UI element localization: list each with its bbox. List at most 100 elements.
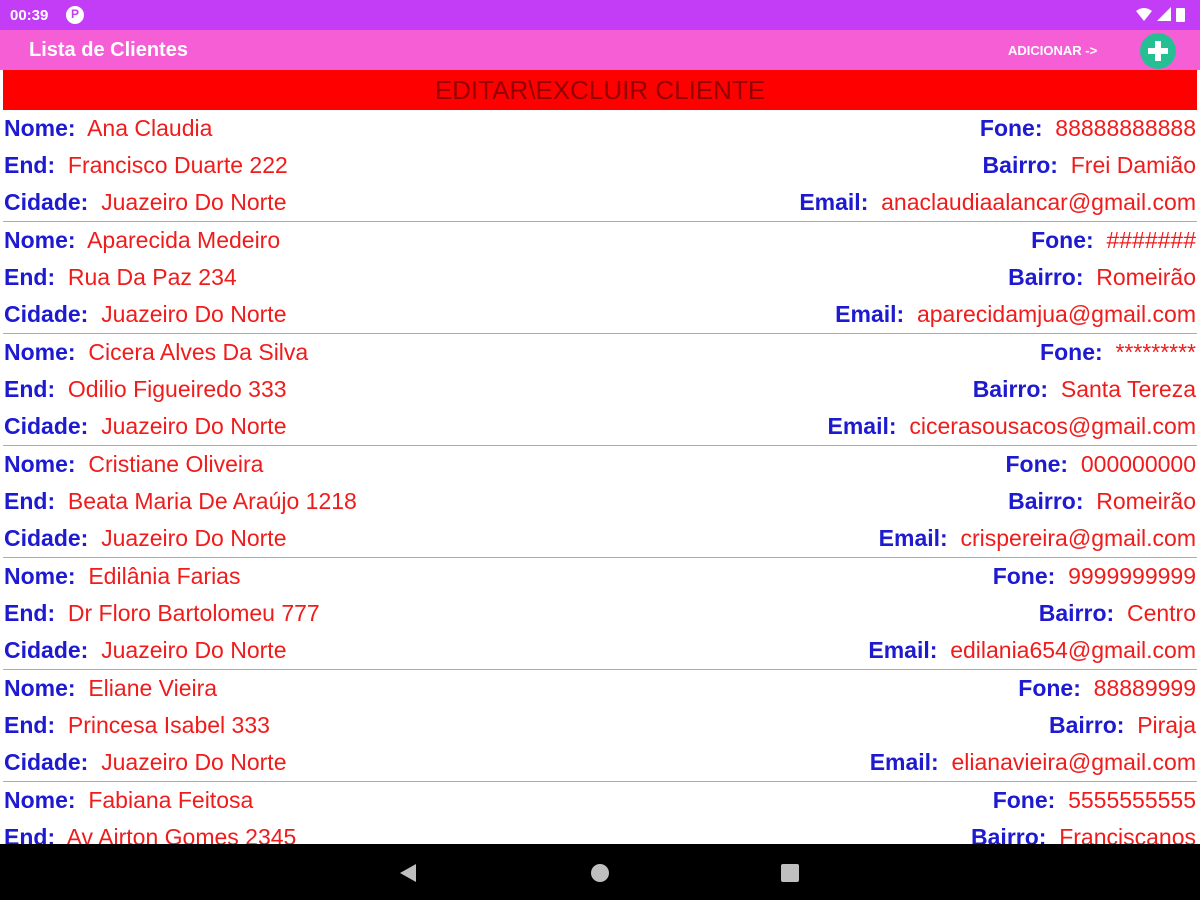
client-nome-field: Nome: Aparecida Medeiro (4, 222, 280, 259)
client-row: End: Princesa Isabel 333 Bairro: Piraja (4, 707, 1196, 744)
client-item[interactable]: Nome: Edilânia Farias Fone: 9999999999 End… (3, 558, 1197, 670)
client-email-value: cicerasousacos@gmail.com (909, 413, 1196, 439)
client-fone-field: Fone: 88888888888 (980, 110, 1196, 147)
client-nome-field: Nome: Fabiana Feitosa (4, 782, 253, 819)
client-row: Nome: Cristiane Oliveira Fone: 000000000 (4, 446, 1196, 483)
client-email-field: Email: aparecidamjua@gmail.com (835, 296, 1196, 333)
client-email-label: Email: (835, 301, 905, 327)
edit-delete-banner[interactable]: EDITAR\EXCLUIR CLIENTE (3, 70, 1197, 110)
client-bairro-value: Santa Tereza (1060, 376, 1196, 402)
client-end-field: End: Francisco Duarte 222 (4, 147, 288, 184)
client-cidade-value: Juazeiro Do Norte (101, 413, 287, 439)
client-nome-field: Nome: Cristiane Oliveira (4, 446, 263, 483)
client-end-label: End: (4, 376, 56, 402)
client-item[interactable]: Nome: Ana Claudia Fone: 88888888888 End: F… (3, 110, 1197, 222)
signal-icon (1157, 7, 1171, 21)
client-email-value: anaclaudiaalancar@gmail.com (881, 189, 1196, 215)
client-cidade-value: Juazeiro Do Norte (101, 525, 287, 551)
client-end-label: End: (4, 600, 56, 626)
status-time: 00:39 (10, 7, 49, 24)
client-bairro-label: Bairro: (1038, 600, 1115, 626)
app-title: Lista de Clientes (29, 39, 188, 61)
client-end-label: End: (4, 488, 56, 514)
battery-icon (1176, 8, 1185, 22)
client-list[interactable]: Nome: Ana Claudia Fone: 88888888888 End: F… (0, 110, 1200, 844)
client-email-field: Email: elianavieira@gmail.com (870, 744, 1196, 781)
client-fone-value: ********* (1115, 339, 1196, 365)
client-email-field: Email: anaclaudiaalancar@gmail.com (799, 184, 1196, 221)
client-cidade-value: Juazeiro Do Norte (101, 301, 287, 327)
client-email-value: crispereira@gmail.com (960, 525, 1196, 551)
client-cidade-field: Cidade: Juazeiro Do Norte (4, 520, 286, 557)
client-row: Cidade: Juazeiro Do Norte Email: aparecid… (4, 296, 1196, 333)
client-email-field: Email: cicerasousacos@gmail.com (828, 408, 1196, 445)
client-bairro-label: Bairro: (971, 824, 1047, 844)
client-fone-field: Fone: 9999999999 (993, 558, 1196, 595)
client-email-value: aparecidamjua@gmail.com (916, 301, 1196, 327)
client-fone-value: 9999999999 (1068, 563, 1196, 589)
client-row: End: Odilio Figueiredo 333 Bairro: Santa … (4, 371, 1196, 408)
client-cidade-label: Cidade: (4, 525, 89, 551)
client-row: Nome: Edilânia Farias Fone: 9999999999 (4, 558, 1196, 595)
client-end-value: Rua Da Paz 234 (67, 264, 237, 290)
client-nome-label: Nome: (4, 563, 76, 589)
client-nome-label: Nome: (4, 339, 76, 365)
system-status-icons (1136, 7, 1185, 22)
client-bairro-label: Bairro: (972, 376, 1049, 402)
app-bar: Lista de Clientes ADICIONAR -> (0, 30, 1200, 70)
navigation-bar (0, 844, 1200, 900)
client-item[interactable]: Nome: Aparecida Medeiro Fone: ####### End:… (3, 222, 1197, 334)
client-fone-field: Fone: ********* (1040, 334, 1196, 371)
client-fone-value: 5555555555 (1068, 787, 1196, 813)
client-row: Nome: Ana Claudia Fone: 88888888888 (4, 110, 1196, 147)
add-client-label[interactable]: ADICIONAR -> (1008, 43, 1097, 58)
client-item[interactable]: Nome: Fabiana Feitosa Fone: 5555555555 End… (3, 782, 1197, 844)
client-end-value: Princesa Isabel 333 (67, 712, 270, 738)
status-bar: 00:39 P (0, 0, 1200, 30)
client-fone-label: Fone: (1005, 451, 1069, 477)
client-bairro-field: Bairro: Romeirão (1008, 259, 1196, 296)
plus-icon[interactable] (1140, 33, 1176, 69)
client-email-label: Email: (868, 637, 938, 663)
client-row: Cidade: Juazeiro Do Norte Email: edilania… (4, 632, 1196, 669)
client-email-field: Email: crispereira@gmail.com (879, 520, 1196, 557)
client-nome-value: Eliane Vieira (88, 675, 218, 701)
client-nome-label: Nome: (4, 451, 76, 477)
client-bairro-value: Romeirão (1096, 264, 1196, 290)
client-row: End: Dr Floro Bartolomeu 777 Bairro: Cent… (4, 595, 1196, 632)
client-bairro-label: Bairro: (1008, 264, 1084, 290)
client-end-value: Odilio Figueiredo 333 (67, 376, 287, 402)
home-icon[interactable] (591, 864, 609, 882)
client-end-field: End: Rua Da Paz 234 (4, 259, 237, 296)
client-row: Cidade: Juazeiro Do Norte Email: ciceraso… (4, 408, 1196, 445)
client-row: End: Av Airton Gomes 2345 Bairro: Francis… (4, 819, 1196, 844)
client-row: Nome: Aparecida Medeiro Fone: ####### (4, 222, 1196, 259)
client-cidade-field: Cidade: Juazeiro Do Norte (4, 632, 286, 669)
client-nome-value: Cicera Alves Da Silva (88, 339, 309, 365)
client-nome-field: Nome: Edilânia Farias (4, 558, 240, 595)
client-item[interactable]: Nome: Eliane Vieira Fone: 88889999 End: Pr… (3, 670, 1197, 782)
client-nome-field: Nome: Eliane Vieira (4, 670, 217, 707)
client-end-label: End: (4, 824, 56, 844)
client-email-field: Email: edilania654@gmail.com (868, 632, 1196, 669)
client-cidade-label: Cidade: (4, 749, 89, 775)
client-end-value: Dr Floro Bartolomeu 777 (67, 600, 320, 626)
client-fone-label: Fone: (992, 787, 1056, 813)
back-icon[interactable] (400, 864, 416, 882)
client-end-value: Francisco Duarte 222 (67, 152, 288, 178)
client-cidade-field: Cidade: Juazeiro Do Norte (4, 184, 286, 221)
client-nome-value: Fabiana Feitosa (88, 787, 254, 813)
recents-icon[interactable] (781, 864, 799, 882)
client-item[interactable]: Nome: Cicera Alves Da Silva Fone: *******… (3, 334, 1197, 446)
client-fone-label: Fone: (1031, 227, 1094, 253)
client-row: Nome: Fabiana Feitosa Fone: 5555555555 (4, 782, 1196, 819)
client-bairro-field: Bairro: Piraja (1049, 707, 1196, 744)
client-fone-label: Fone: (1040, 339, 1103, 365)
client-bairro-field: Bairro: Romeirão (1008, 483, 1196, 520)
client-item[interactable]: Nome: Cristiane Oliveira Fone: 000000000 E… (3, 446, 1197, 558)
client-cidade-field: Cidade: Juazeiro Do Norte (4, 744, 286, 781)
client-email-value: edilania654@gmail.com (950, 637, 1196, 663)
client-cidade-label: Cidade: (4, 189, 89, 215)
client-bairro-field: Bairro: Santa Tereza (973, 371, 1196, 408)
client-fone-label: Fone: (1018, 675, 1081, 701)
